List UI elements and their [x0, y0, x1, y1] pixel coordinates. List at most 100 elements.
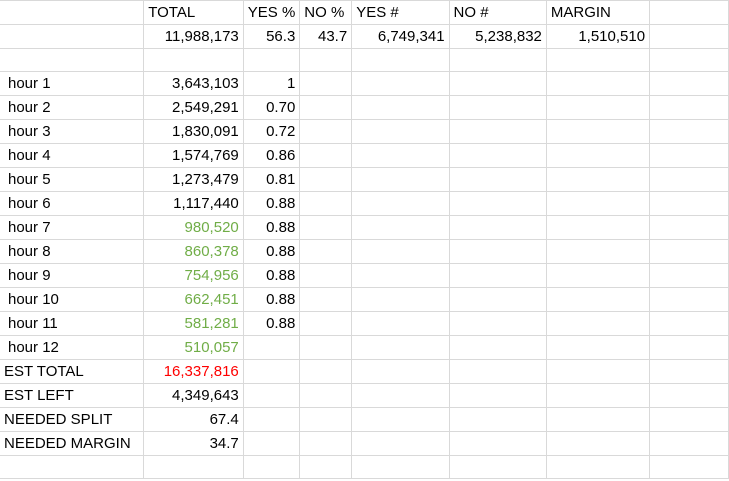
cell-empty[interactable]	[649, 119, 729, 144]
cell-empty[interactable]	[546, 359, 651, 384]
hour-label[interactable]: hour 3	[0, 119, 145, 144]
cell-empty[interactable]	[546, 407, 651, 432]
cell-empty[interactable]	[299, 71, 353, 96]
cell-empty[interactable]	[449, 191, 547, 216]
cell-empty[interactable]	[299, 311, 353, 336]
cell-empty[interactable]	[649, 24, 729, 49]
hour-value[interactable]: 1,273,479	[143, 167, 244, 192]
cell-empty[interactable]	[299, 119, 353, 144]
cell-empty[interactable]	[449, 215, 547, 240]
cell-empty[interactable]	[351, 335, 450, 360]
hour-label[interactable]: hour 4	[0, 143, 145, 168]
cell-empty[interactable]	[546, 383, 651, 408]
cell-empty[interactable]	[649, 215, 729, 240]
cell-empty[interactable]	[243, 431, 301, 456]
cell-empty[interactable]	[299, 191, 353, 216]
cell-empty[interactable]	[351, 191, 450, 216]
cell-empty[interactable]	[351, 48, 450, 72]
cell-empty[interactable]	[351, 455, 450, 479]
cell-empty[interactable]	[351, 143, 450, 168]
cell-empty[interactable]	[299, 239, 353, 264]
cell-empty[interactable]	[299, 335, 353, 360]
header-no-num[interactable]: NO #	[449, 0, 547, 25]
cell-empty[interactable]	[0, 48, 145, 72]
cell-empty[interactable]	[649, 287, 729, 312]
hour-label[interactable]: hour 2	[0, 95, 145, 120]
cell-empty[interactable]	[649, 143, 729, 168]
cell-empty[interactable]	[299, 143, 353, 168]
hour-ratio[interactable]: 0.88	[243, 191, 301, 216]
cell-empty[interactable]	[649, 383, 729, 408]
needed-margin-label[interactable]: NEEDED MARGIN	[0, 431, 145, 456]
cell-empty[interactable]	[0, 455, 145, 479]
cell-empty[interactable]	[546, 95, 651, 120]
cell-empty[interactable]	[449, 335, 547, 360]
cell-empty[interactable]	[546, 455, 651, 479]
cell-empty[interactable]	[351, 119, 450, 144]
hour-value[interactable]: 1,574,769	[143, 143, 244, 168]
cell-empty[interactable]	[546, 48, 651, 72]
cell-empty[interactable]	[649, 191, 729, 216]
needed-split-label[interactable]: NEEDED SPLIT	[0, 407, 145, 432]
summary-yes-num[interactable]: 6,749,341	[351, 24, 450, 49]
cell-empty[interactable]	[243, 407, 301, 432]
cell-empty[interactable]	[649, 95, 729, 120]
cell-empty[interactable]	[299, 167, 353, 192]
cell-empty[interactable]	[351, 239, 450, 264]
summary-no-pct[interactable]: 43.7	[299, 24, 353, 49]
cell-empty[interactable]	[546, 311, 651, 336]
cell-empty[interactable]	[649, 0, 729, 25]
summary-no-num[interactable]: 5,238,832	[449, 24, 547, 49]
cell-empty[interactable]	[351, 263, 450, 288]
cell-empty[interactable]	[649, 407, 729, 432]
needed-margin-value[interactable]: 34.7	[143, 431, 244, 456]
hour-value[interactable]: 510,057	[143, 335, 244, 360]
cell-empty[interactable]	[351, 95, 450, 120]
cell-empty[interactable]	[546, 239, 651, 264]
cell-empty[interactable]	[449, 431, 547, 456]
hour-label[interactable]: hour 7	[0, 215, 145, 240]
hour-value[interactable]: 1,830,091	[143, 119, 244, 144]
hour-label[interactable]: hour 10	[0, 287, 145, 312]
cell-empty[interactable]	[649, 359, 729, 384]
cell-empty[interactable]	[0, 24, 145, 49]
hour-ratio[interactable]: 0.88	[243, 311, 301, 336]
cell-empty[interactable]	[299, 359, 353, 384]
cell-empty[interactable]	[449, 311, 547, 336]
hour-value[interactable]: 860,378	[143, 239, 244, 264]
cell-empty[interactable]	[546, 335, 651, 360]
hour-value[interactable]: 980,520	[143, 215, 244, 240]
hour-label[interactable]: hour 5	[0, 167, 145, 192]
cell-empty[interactable]	[449, 143, 547, 168]
hour-label[interactable]: hour 1	[0, 71, 145, 96]
hour-value[interactable]: 581,281	[143, 311, 244, 336]
summary-total[interactable]: 11,988,173	[143, 24, 244, 49]
cell-empty[interactable]	[299, 95, 353, 120]
cell-empty[interactable]	[243, 48, 301, 72]
cell-empty[interactable]	[649, 263, 729, 288]
est-left-label[interactable]: EST LEFT	[0, 383, 145, 408]
cell-empty[interactable]	[299, 48, 353, 72]
hour-value[interactable]: 2,549,291	[143, 95, 244, 120]
cell-empty[interactable]	[649, 311, 729, 336]
hour-ratio[interactable]: 0.70	[243, 95, 301, 120]
cell-empty[interactable]	[351, 431, 450, 456]
cell-empty[interactable]	[351, 359, 450, 384]
hour-ratio[interactable]	[243, 335, 301, 360]
hour-ratio[interactable]: 0.81	[243, 167, 301, 192]
cell-empty[interactable]	[649, 455, 729, 479]
hour-value[interactable]: 1,117,440	[143, 191, 244, 216]
est-total-value[interactable]: 16,337,816	[143, 359, 244, 384]
cell-empty[interactable]	[546, 167, 651, 192]
hour-ratio[interactable]: 0.72	[243, 119, 301, 144]
header-yes-pct[interactable]: YES %	[243, 0, 301, 25]
cell-empty[interactable]	[143, 48, 244, 72]
cell-empty[interactable]	[649, 431, 729, 456]
cell-empty[interactable]	[243, 359, 301, 384]
cell-empty[interactable]	[649, 167, 729, 192]
cell-empty[interactable]	[449, 119, 547, 144]
hour-ratio[interactable]: 0.88	[243, 215, 301, 240]
hour-ratio[interactable]: 0.86	[243, 143, 301, 168]
cell-empty[interactable]	[546, 143, 651, 168]
cell-empty[interactable]	[351, 311, 450, 336]
